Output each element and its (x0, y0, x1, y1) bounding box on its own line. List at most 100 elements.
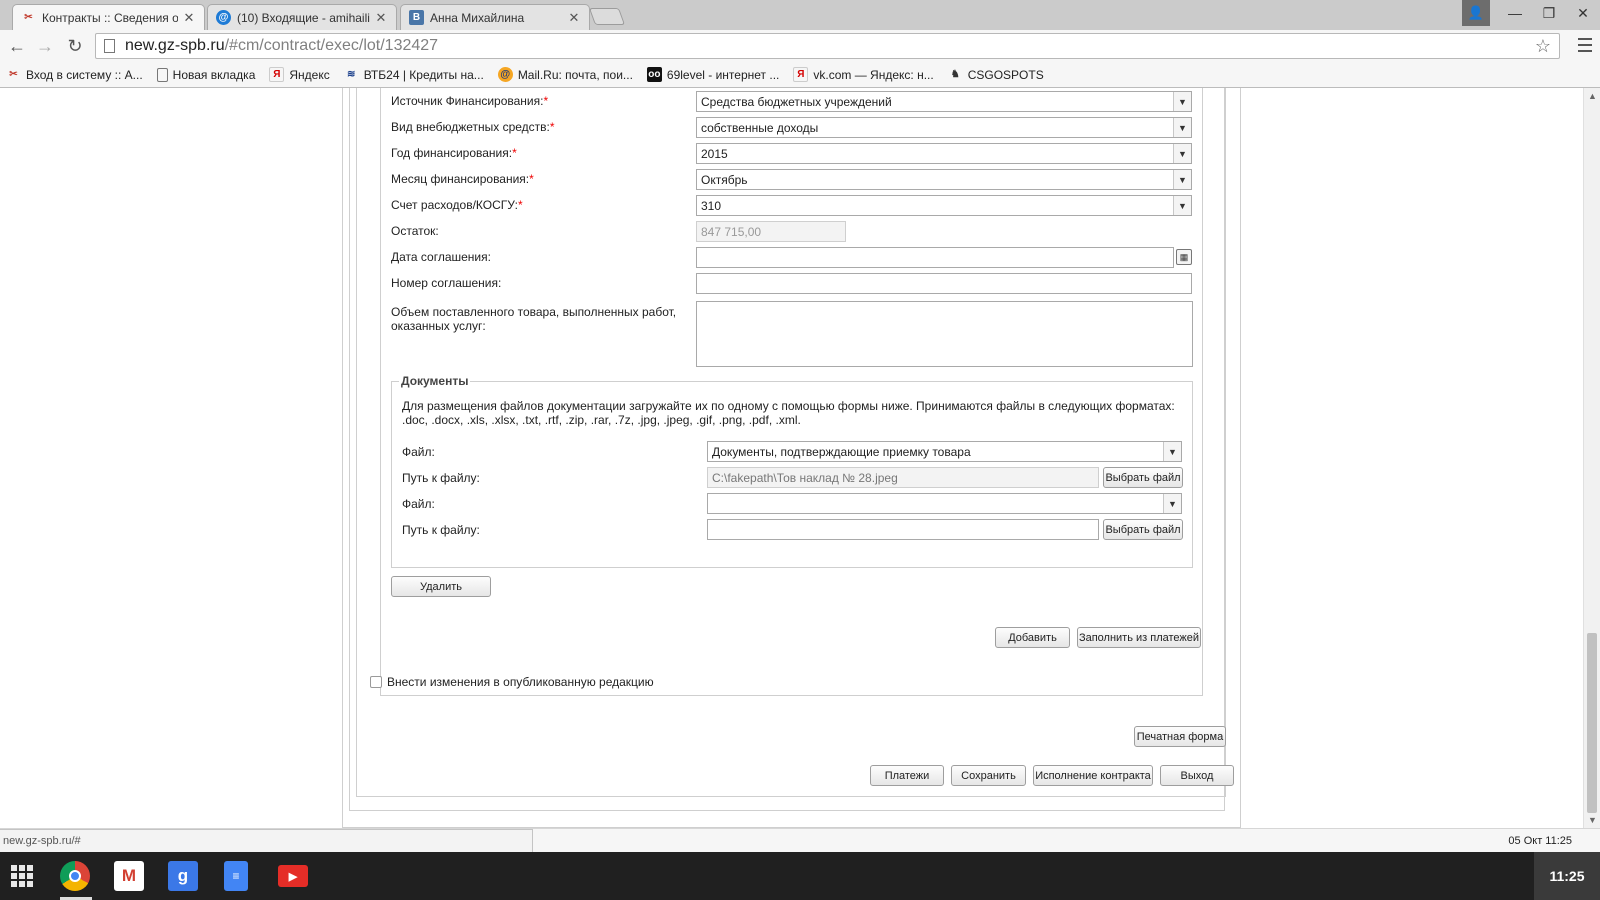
yandex-icon: Я (793, 67, 809, 82)
print-form-button[interactable]: Печатная форма (1134, 726, 1226, 747)
choose-file-button[interactable]: Выбрать файл (1103, 519, 1183, 540)
agreement-number-input[interactable] (696, 273, 1192, 294)
gmail-icon[interactable]: M (114, 861, 144, 891)
bookmark-item[interactable]: Я Яндекс (269, 67, 330, 82)
restore-icon[interactable]: ❐ (1532, 0, 1566, 26)
close-icon[interactable]: ✕ (182, 10, 196, 26)
page-scrollbar[interactable]: ▲ ▼ (1583, 88, 1600, 828)
bookmark-item[interactable]: @ Mail.Ru: почта, пои... (497, 67, 633, 82)
reload-icon[interactable]: ↻ (64, 35, 86, 57)
select-value: Средства бюджетных учреждений (701, 94, 892, 109)
chevron-down-icon[interactable]: ▼ (1173, 196, 1191, 215)
bookmark-item[interactable]: oo 69level - интернет ... (646, 67, 780, 82)
funding-year-select[interactable]: 2015 ▼ (696, 143, 1192, 164)
file-type-select[interactable]: ▼ (707, 493, 1182, 514)
docs-icon[interactable]: ≡ (224, 861, 248, 891)
bookmark-item[interactable]: ≋ ВТБ24 | Кредиты на... (344, 67, 484, 82)
mailru-icon: @ (497, 67, 513, 82)
file-type-select[interactable]: Документы, подтверждающие приемку товара… (707, 441, 1182, 462)
scroll-down-icon[interactable]: ▼ (1588, 815, 1597, 825)
bookmark-item[interactable]: ♞ CSGOSPOTS (948, 67, 1044, 82)
user-icon[interactable]: 👤 (1462, 0, 1490, 26)
address-bar[interactable]: new.gz-spb.ru/#cm/contract/exec/lot/1324… (95, 33, 1560, 59)
funding-month-select[interactable]: Октябрь ▼ (696, 169, 1192, 190)
agreement-date-input[interactable] (696, 247, 1174, 268)
menu-icon[interactable] (1578, 38, 1592, 52)
payments-button[interactable]: Платежи (870, 765, 944, 786)
minimize-icon[interactable]: — (1498, 0, 1532, 26)
os-shelf: M g ≡ ▶ 11:25 (0, 852, 1600, 900)
app-launcher-icon[interactable] (11, 865, 33, 887)
bookmark-label: vk.com — Яндекс: н... (813, 67, 934, 82)
bookmark-item[interactable]: Яvk.com — Яндекс: н... (793, 67, 934, 82)
extrabudget-type-select[interactable]: собственные доходы ▼ (696, 117, 1192, 138)
tab-title: Контракты :: Сведения о (42, 10, 178, 25)
chevron-down-icon[interactable]: ▼ (1163, 494, 1181, 513)
close-window-icon[interactable]: ✕ (1566, 0, 1600, 26)
bookmark-star-icon[interactable]: ☆ (1535, 36, 1551, 57)
gz-icon: ✂ (24, 12, 33, 23)
exit-button[interactable]: Выход (1160, 765, 1234, 786)
bookmark-label: Новая вкладка (172, 67, 256, 82)
file-path-input[interactable]: C:\fakepath\Тов наклад № 28.jpeg (707, 467, 1099, 488)
file-label: Файл: (402, 497, 435, 511)
vtb-icon: ≋ (347, 69, 356, 80)
scroll-up-icon[interactable]: ▲ (1588, 91, 1597, 101)
file-label: Файл: (402, 445, 435, 459)
funding-month-label: Месяц финансирования:* (391, 172, 534, 186)
choose-file-button[interactable]: Выбрать файл (1103, 467, 1183, 488)
shelf-clock[interactable]: 11:25 (1534, 852, 1600, 900)
bookmarks-bar: ✂ Вход в систему :: А... Новая вкладка ЯЯ… (0, 62, 1600, 88)
volume-label: Объем поставленного товара, выполненных … (391, 305, 677, 333)
bookmark-item[interactable]: ✂ Вход в систему :: А... (6, 67, 142, 82)
publish-changes-checkbox[interactable] (370, 676, 382, 688)
tab-title: Анна Михайлина (430, 10, 525, 25)
bookmark-label: CSGOSPOTS (967, 67, 1044, 82)
new-tab-button[interactable] (588, 8, 626, 25)
save-button[interactable]: Сохранить (951, 765, 1026, 786)
documents-legend: Документы (399, 374, 471, 388)
select-value: 2015 (701, 146, 728, 161)
bookmark-label: Яндекс (289, 67, 330, 82)
tab-strip: ✂ Контракты :: Сведения о ✕ @ (10) Входя… (0, 0, 1600, 30)
volume-textarea[interactable] (696, 301, 1193, 367)
select-value: Документы, подтверждающие приемку товара (712, 444, 971, 459)
status-bar: new.gz-spb.ru/# 05 Окт 11:25 (0, 828, 1600, 853)
tab-mail[interactable]: @ (10) Входящие - amihailina ✕ (207, 4, 397, 30)
bookmark-item[interactable]: Новая вкладка (156, 67, 256, 82)
mail-at-icon: @ (216, 10, 231, 25)
scroll-thumb[interactable] (1587, 633, 1597, 813)
chrome-icon[interactable] (60, 861, 90, 891)
funding-year-label: Год финансирования:* (391, 146, 517, 160)
page-icon (104, 39, 115, 53)
remainder-field: 847 715,00 (696, 221, 846, 242)
chevron-down-icon[interactable]: ▼ (1163, 442, 1181, 461)
close-icon[interactable]: ✕ (567, 10, 581, 26)
tab-vk[interactable]: В Анна Михайлина ✕ (400, 4, 590, 30)
contract-execution-button[interactable]: Исполнение контракта (1033, 765, 1153, 786)
calendar-icon[interactable]: ▦ (1176, 249, 1192, 265)
forward-icon[interactable]: → (34, 35, 56, 57)
funding-source-select[interactable]: Средства бюджетных учреждений ▼ (696, 91, 1192, 112)
close-icon[interactable]: ✕ (374, 10, 388, 26)
google-search-icon[interactable]: g (168, 861, 198, 891)
expense-account-select[interactable]: 310 ▼ (696, 195, 1192, 216)
chevron-down-icon[interactable]: ▼ (1173, 92, 1191, 111)
chevron-down-icon[interactable]: ▼ (1173, 144, 1191, 163)
file-path-input[interactable] (707, 519, 1099, 540)
fill-from-payments-button[interactable]: Заполнить из платежей (1077, 627, 1201, 648)
chevron-down-icon[interactable]: ▼ (1173, 118, 1191, 137)
tab-contracts[interactable]: ✂ Контракты :: Сведения о ✕ (12, 4, 205, 30)
add-button[interactable]: Добавить (995, 627, 1070, 648)
tab-title: (10) Входящие - amihailina (237, 10, 370, 25)
chevron-down-icon[interactable]: ▼ (1173, 170, 1191, 189)
bookmark-label: ВТБ24 | Кредиты на... (363, 67, 484, 82)
back-icon[interactable]: ← (6, 35, 28, 57)
vk-icon: В (409, 10, 424, 25)
delete-button[interactable]: Удалить (391, 576, 491, 597)
youtube-icon[interactable]: ▶ (278, 865, 308, 887)
bookmark-label: 69level - интернет ... (666, 67, 780, 82)
expense-account-label: Счет расходов/КОСГУ:* (391, 198, 523, 212)
select-value: собственные доходы (701, 120, 819, 135)
69level-icon: oo (646, 67, 662, 82)
